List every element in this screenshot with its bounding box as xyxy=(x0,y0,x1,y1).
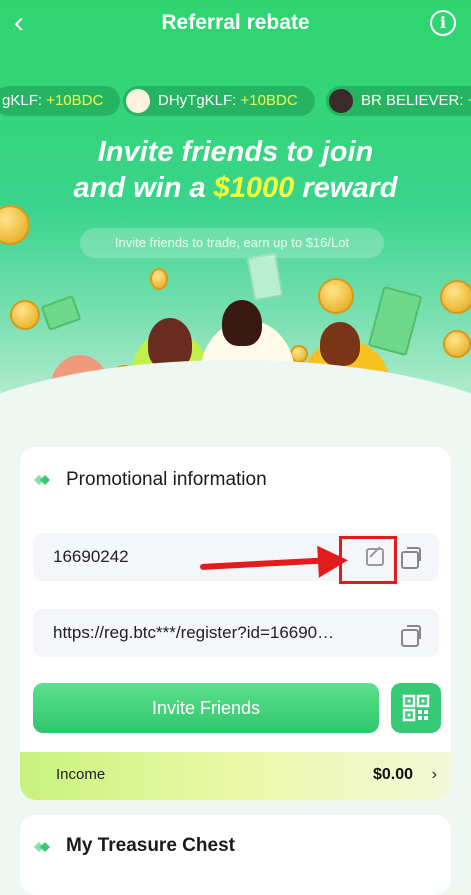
ticker-item: DHyTgKLF: +10BDC xyxy=(123,86,315,116)
money-bill-icon xyxy=(246,252,284,302)
income-value: $0.00 xyxy=(372,766,413,783)
hero-arc xyxy=(0,360,471,460)
page-title: Referral rebate xyxy=(161,11,310,34)
coin-icon xyxy=(440,280,471,314)
ticker-amount: +10BDC xyxy=(46,92,104,109)
referral-link: https://reg.btc***/register?id=16690… xyxy=(53,623,335,642)
avatar xyxy=(329,89,353,114)
referral-code: 16690242 xyxy=(53,547,129,566)
ticker-amount: +10BDC xyxy=(240,92,298,109)
treasure-chest-card: My Treasure Chest xyxy=(20,815,451,895)
reward-amount: $1000 xyxy=(213,172,295,204)
annotation-highlight-box xyxy=(339,536,397,584)
chevron-right-icon: › xyxy=(431,766,437,783)
coin-icon xyxy=(150,268,168,290)
referral-link-field: https://reg.btc***/register?id=16690… xyxy=(33,609,439,657)
section-title: My Treasure Chest xyxy=(66,835,235,856)
headline-line2-suffix: reward xyxy=(294,172,398,204)
headline-line1: Invite friends to join xyxy=(97,136,374,168)
coin-icon xyxy=(10,300,40,330)
diamond-icon xyxy=(34,842,50,852)
headline: Invite friends to join xyxy=(0,136,471,169)
coin-icon xyxy=(318,278,354,314)
promotional-card: Promotional information 16690242 https:/… xyxy=(20,447,451,800)
copy-icon[interactable] xyxy=(401,547,421,569)
qr-code-icon xyxy=(402,694,430,722)
celebrating-person-illustration xyxy=(320,322,360,366)
info-icon[interactable]: i xyxy=(430,10,456,36)
coin-icon xyxy=(0,205,30,245)
section-title: Promotional information xyxy=(66,469,267,490)
money-bill-icon xyxy=(40,294,82,332)
headline-line2-prefix: and win a xyxy=(73,172,214,204)
hero-subtitle: Invite friends to trade, earn up to $16/… xyxy=(80,228,384,258)
ticker-user: DHyTgKLF: xyxy=(158,92,237,109)
ticker-item: BR BELIEVER: +1 xyxy=(326,86,471,116)
avatar xyxy=(126,89,150,114)
celebrating-person-illustration xyxy=(222,300,262,346)
ticker-item: gKLF: +10BDC xyxy=(0,86,120,116)
income-row[interactable]: Income $0.00 › xyxy=(20,752,451,800)
ticker-user: gKLF: xyxy=(2,92,43,109)
invite-friends-button[interactable]: Invite Friends xyxy=(33,683,379,733)
coin-icon xyxy=(443,330,471,358)
qr-code-button[interactable] xyxy=(391,683,441,733)
income-label: Income xyxy=(56,766,106,783)
ticker-user: BR BELIEVER: xyxy=(361,92,464,109)
money-bill-icon xyxy=(367,285,423,357)
diamond-icon xyxy=(34,475,50,485)
copy-icon[interactable] xyxy=(401,625,421,647)
headline: and win a $1000 reward xyxy=(0,172,471,205)
